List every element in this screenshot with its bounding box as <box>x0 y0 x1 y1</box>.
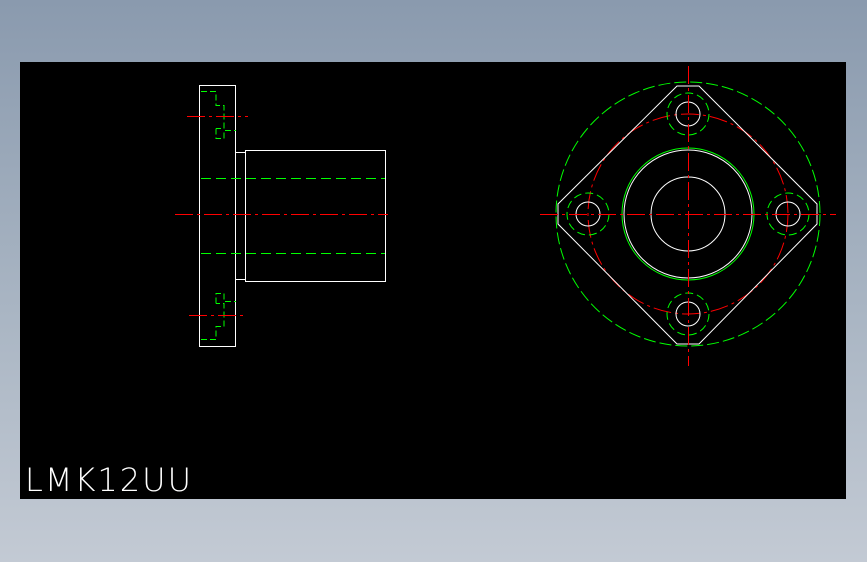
bore-hidden-lines <box>201 178 385 254</box>
front-center-lines <box>540 66 836 366</box>
front-view <box>540 66 836 366</box>
cad-viewport[interactable]: LMK12UU <box>20 62 846 499</box>
top-hole-hidden <box>201 91 236 139</box>
bottom-hole-hidden <box>201 293 236 340</box>
bushing-body <box>245 150 386 282</box>
side-view <box>175 85 388 347</box>
flange-shoulder <box>235 152 246 280</box>
cad-drawing <box>175 66 836 366</box>
side-center-lines <box>175 116 388 316</box>
flange-outline <box>199 85 236 347</box>
part-number-label: LMK12UU <box>25 461 193 499</box>
